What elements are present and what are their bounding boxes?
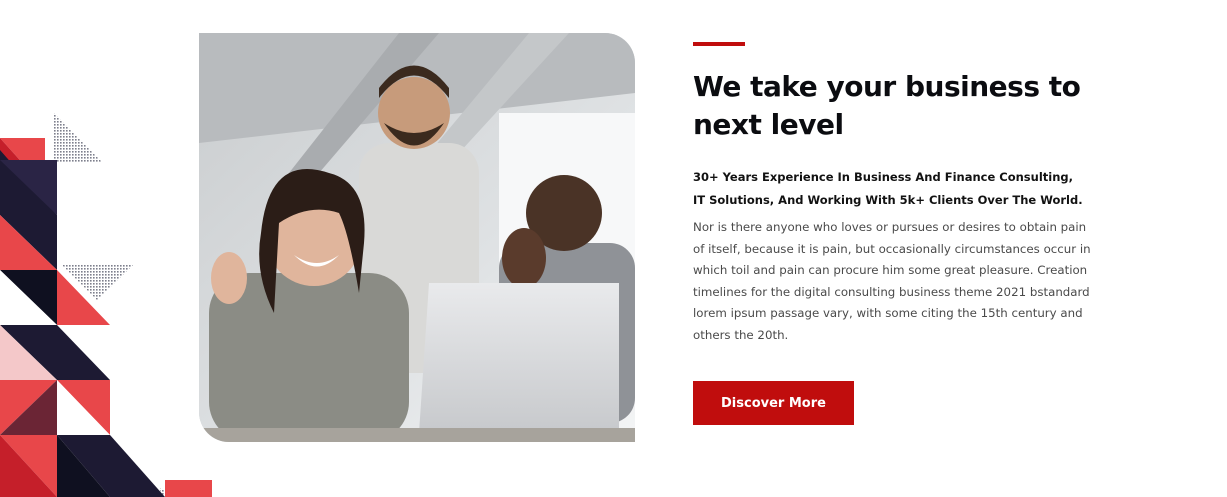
geometric-pattern [0,112,212,497]
accent-line [693,42,745,46]
section-heading: We take your business to next level [693,70,1081,141]
team-photo-illustration [199,33,635,442]
description-text: Nor is there anyone who loves or pursues… [693,220,1091,342]
dotted-triangle [53,112,103,163]
triangle-tile [165,480,212,497]
about-section: We take your business to next level 30+ … [0,0,1227,497]
about-content: We take your business to next level 30+ … [693,42,1093,347]
experience-highlight: 30+ Years Experience In Business And Fin… [693,170,1083,207]
triangle-tile [110,435,165,497]
team-photo [199,33,635,442]
discover-more-button[interactable]: Discover More [693,381,854,425]
